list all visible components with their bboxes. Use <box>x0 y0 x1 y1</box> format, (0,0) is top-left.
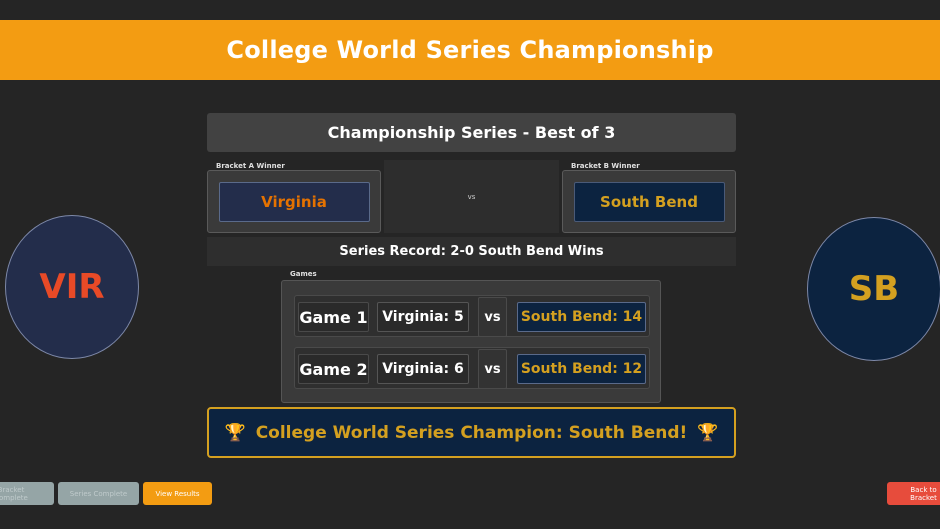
bracket-a-card: Virginia <box>207 170 381 233</box>
bracket-a-label: Bracket A Winner <box>216 162 285 170</box>
series-complete-button[interactable]: Series Complete <box>58 482 139 505</box>
games-label: Games <box>290 270 317 278</box>
champion-banner: 🏆 College World Series Champion: South B… <box>207 407 736 458</box>
view-results-button[interactable]: View Results <box>143 482 212 505</box>
game-vs: vs <box>478 349 507 389</box>
games-panel: Game 1 Virginia: 5 vs South Bend: 14 Gam… <box>281 280 661 403</box>
away-score: South Bend: 12 <box>517 354 646 384</box>
south-bend-logo: SB <box>807 217 940 361</box>
bracket-a-team: Virginia <box>218 181 370 222</box>
top-strip <box>0 0 940 20</box>
game-row: Game 1 Virginia: 5 vs South Bend: 14 <box>294 295 650 337</box>
series-record: Series Record: 2-0 South Bend Wins <box>207 237 736 266</box>
game-row: Game 2 Virginia: 6 vs South Bend: 12 <box>294 347 650 389</box>
vs-divider: vs <box>384 160 559 233</box>
virginia-logo: VIR <box>5 215 139 359</box>
bracket-b-label: Bracket B Winner <box>571 162 640 170</box>
game-vs: vs <box>478 297 507 337</box>
game-number: Game 2 <box>298 354 369 384</box>
champion-text: College World Series Champion: South Ben… <box>255 422 688 443</box>
series-header: Championship Series - Best of 3 <box>207 113 736 152</box>
home-score: Virginia: 6 <box>377 354 469 384</box>
title-banner: College World Series Championship <box>0 20 940 80</box>
vs-label: vs <box>467 192 476 201</box>
game-number: Game 1 <box>298 302 369 332</box>
bracket-b-team: South Bend <box>573 181 725 222</box>
back-to-bracket-button[interactable]: Back to Bracket <box>887 482 940 505</box>
bracket-complete-button[interactable]: Bracket Complete <box>0 482 54 505</box>
home-score: Virginia: 5 <box>377 302 469 332</box>
page-title: College World Series Championship <box>226 36 714 64</box>
bracket-b-card: South Bend <box>562 170 736 233</box>
away-score: South Bend: 14 <box>517 302 646 332</box>
trophy-icon: 🏆 <box>224 422 246 443</box>
trophy-icon: 🏆 <box>697 422 719 443</box>
